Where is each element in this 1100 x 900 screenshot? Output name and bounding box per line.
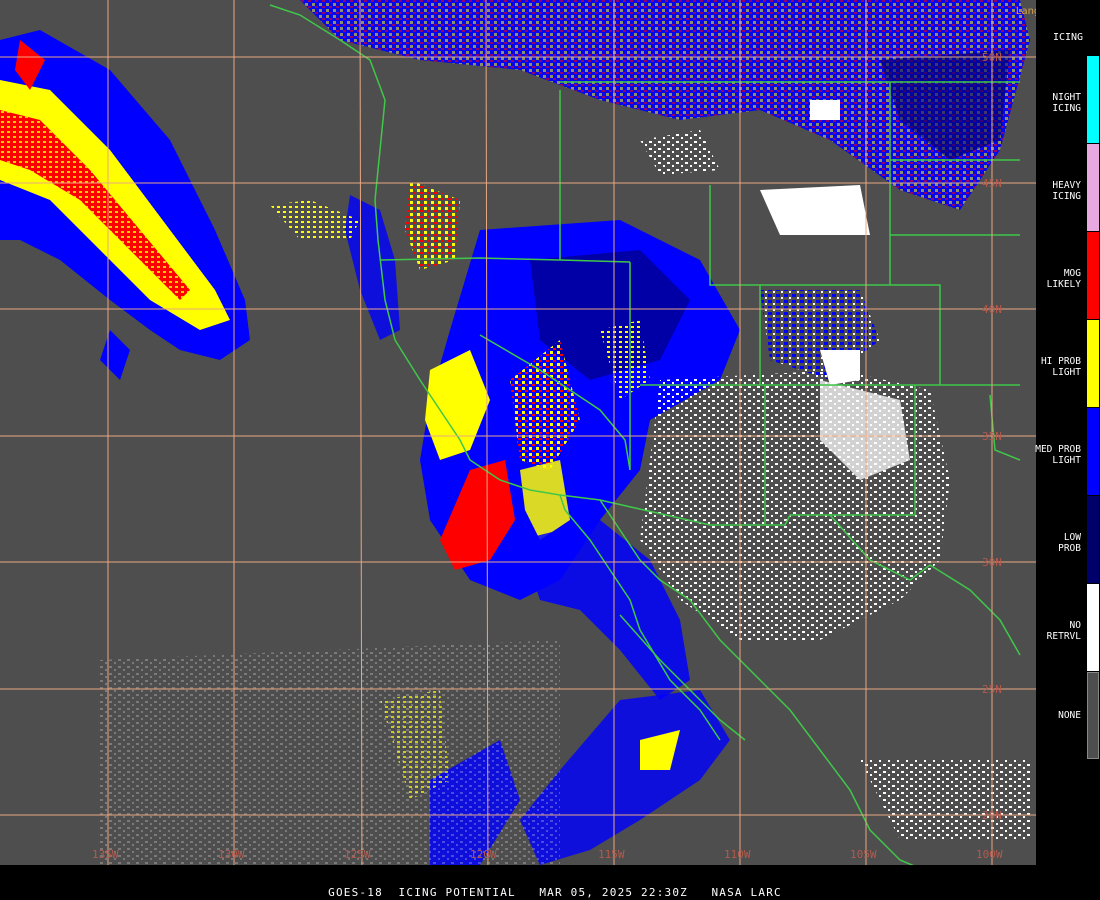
legend-item-hi-prob-light: HI PROB LIGHT: [1036, 320, 1100, 407]
lon-label: 105W: [850, 848, 877, 861]
legend-item-mog-likely: MOG LIKELY: [1036, 232, 1100, 319]
legend-swatch: [1087, 320, 1099, 407]
lat-label: 50N: [982, 51, 1002, 64]
legend-label: NONE: [1058, 710, 1081, 721]
lon-label: 125W: [344, 848, 371, 861]
product-caption: GOES-18 ICING POTENTIAL MAR 05, 2025 22:…: [328, 886, 782, 899]
lat-label: 45N: [982, 177, 1002, 190]
legend-title: ICING: [1052, 32, 1084, 43]
icing-legend: ICING NIGHT ICING HEAVY ICING MOG LIKELY…: [1035, 0, 1100, 865]
legend-label: NIGHT ICING: [1052, 92, 1081, 114]
legend-item-med-prob-light: MED PROB LIGHT: [1035, 408, 1100, 495]
lat-label: 25N: [982, 683, 1002, 696]
legend-label: LOW PROB: [1058, 532, 1081, 554]
legend-item-low-prob: LOW PROB: [1036, 496, 1100, 583]
lon-label: 130W: [218, 848, 245, 861]
lon-label: 110W: [724, 848, 751, 861]
legend-item-night-icing: NIGHT ICING: [1036, 56, 1100, 143]
legend-swatch: [1087, 232, 1099, 319]
lat-label: 35N: [982, 430, 1002, 443]
lat-label: 30N: [982, 556, 1002, 569]
legend-item-heavy-icing: HEAVY ICING: [1036, 144, 1100, 231]
legend-item-no-retrvl: NO RETRVL: [1036, 584, 1100, 671]
legend-label: MOG LIKELY: [1046, 268, 1081, 290]
legend-swatch: [1087, 144, 1099, 231]
icing-map: 50N 45N 40N 35N 30N 25N 20N 135W 130W 12…: [0, 0, 1036, 865]
lon-label: 115W: [598, 848, 625, 861]
lat-label: 40N: [982, 303, 1002, 316]
legend-label: MED PROB LIGHT: [1035, 444, 1081, 466]
legend-swatch: [1087, 584, 1099, 671]
legend-label: HI PROB LIGHT: [1040, 356, 1081, 378]
legend-label: HEAVY ICING: [1052, 180, 1081, 202]
lon-label: 100W: [976, 848, 1003, 861]
legend-swatch: [1087, 672, 1099, 759]
lon-label: 120W: [470, 848, 497, 861]
legend-swatch: [1087, 56, 1099, 143]
legend-item-none: NONE: [1036, 672, 1100, 759]
legend-swatch: [1087, 496, 1099, 583]
legend-label: NO RETRVL: [1046, 620, 1081, 642]
lat-label: 20N: [982, 809, 1002, 822]
legend-swatch: [1087, 408, 1099, 495]
lon-label: 135W: [92, 848, 119, 861]
